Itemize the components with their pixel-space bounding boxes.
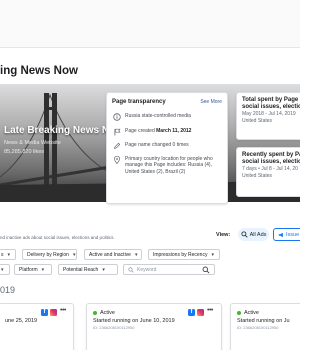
filter-active-status[interactable]: Active and Inactive ▾	[84, 249, 142, 260]
filter-impressions[interactable]: Impressions by Recency ▾	[148, 249, 220, 260]
megaphone-icon	[278, 232, 283, 237]
page-created-row: Page created March 11, 2012	[113, 128, 225, 136]
transparency-title: Page transparency	[112, 99, 166, 105]
all-ads-label: All Ads	[249, 231, 267, 238]
ad-card-2[interactable]: Active f ••• Started running on June 10,…	[86, 303, 222, 350]
total-spend-title-line2: social issues, electio	[242, 104, 300, 110]
total-spend-country: United States	[242, 117, 273, 124]
recent-spend-card: Recently spent by Pa social issues, elec…	[236, 147, 300, 197]
recent-spend-title-line2: social issues, electio	[242, 159, 300, 165]
ad-card-3[interactable]: Active Started running on Ju ID: 2366208…	[230, 303, 300, 350]
total-spend-dates: May 2018 - Jul 14, 2019	[242, 111, 296, 117]
recent-spend-country: United States	[242, 172, 273, 179]
filter-platform[interactable]: Platform ▾	[14, 264, 52, 275]
instagram-icon	[197, 309, 204, 316]
more-options-icon[interactable]: •••	[207, 307, 213, 314]
search-icon[interactable]	[202, 266, 210, 274]
ad-start-date: Started running on Ju	[237, 318, 290, 324]
state-media-row: Russia state-controlled media	[113, 113, 225, 121]
top-chrome	[0, 0, 300, 48]
location-icon	[113, 156, 121, 164]
filter-reach-label: Potential Reach	[63, 266, 99, 273]
filter-platform-label: Platform	[19, 266, 38, 273]
search-icon	[128, 266, 134, 273]
ads-intro-text: nd inactive ads about social issues, ele…	[0, 235, 115, 240]
name-changes-text: Page name changed 0 times	[125, 142, 189, 148]
name-changes-row: Page name changed 0 times	[113, 142, 225, 150]
page-title: ing News Now	[0, 65, 78, 77]
recent-spend-dates: 7 days • Jul 8 - Jul 14, 20	[242, 166, 298, 172]
all-ads-toggle[interactable]: All Ads	[238, 228, 269, 241]
view-label: View:	[216, 232, 231, 238]
page-category: News & Media Website	[4, 140, 61, 146]
location-text: Primary country location for people who …	[125, 156, 213, 175]
edit-icon	[113, 142, 121, 150]
page-created-label: Page created	[125, 128, 157, 134]
total-spend-title-line1: Total spent by Page o	[242, 97, 300, 103]
filter-active-label: Active and Inactive	[89, 251, 131, 258]
keyword-search-input[interactable]: Keyword	[123, 264, 215, 275]
filter-delivery-region[interactable]: Delivery by Region ▾	[22, 249, 77, 260]
filter-delivery-label: Delivery by Region	[27, 251, 69, 258]
filter-impressions-label: Impressions by Recency	[153, 251, 208, 258]
ad-start-date: Started running on June 10, 2019	[93, 318, 175, 324]
ad-card-1[interactable]: f ••• une 25, 2019	[0, 303, 74, 350]
ad-id: ID: 2366208100112950	[93, 325, 135, 330]
ad-library-screen: ing News Now Late Breaking News Now News…	[0, 0, 300, 350]
recent-spend-title-line1: Recently spent by Pa	[242, 152, 300, 158]
location-row: Primary country location for people who …	[113, 156, 225, 175]
page-transparency-card: Page transparency See More Russia state-…	[106, 92, 228, 204]
state-media-text: Russia state-controlled media	[125, 113, 191, 119]
instagram-icon	[50, 309, 57, 316]
chevron-down-icon: ▾	[211, 251, 214, 258]
see-more-link[interactable]: See More	[200, 99, 222, 105]
page-created-date: March 11, 2012	[156, 128, 192, 134]
ad-start-date: une 25, 2019	[5, 318, 38, 324]
active-dot-icon	[93, 311, 97, 315]
chevron-down-icon: ▾	[134, 251, 138, 258]
issue-ads-toggle[interactable]: Issue	[273, 228, 300, 241]
search-icon	[241, 231, 248, 238]
filter-potential-reach[interactable]: Potential Reach ▾	[58, 264, 118, 275]
chevron-down-icon: ▾	[102, 266, 105, 273]
flag-icon	[114, 128, 121, 136]
ad-status: Active	[93, 310, 115, 316]
filter-partial[interactable]: s ▾	[0, 249, 16, 260]
chevron-down-icon: ▾	[41, 266, 45, 273]
issue-ads-label: Issue	[286, 231, 300, 238]
chevron-down-icon: ▾	[72, 251, 76, 258]
chevron-down-icon: ▾	[7, 251, 11, 258]
page-header: ing News Now	[0, 55, 300, 85]
year-heading: 019	[0, 285, 16, 295]
page-likes: 85,285,820 likes	[4, 149, 45, 155]
info-icon	[113, 113, 121, 121]
filter-partial-2[interactable]: ▾	[0, 264, 10, 275]
filter-partial-label: s	[1, 251, 4, 258]
more-options-icon[interactable]: •••	[60, 307, 66, 314]
ad-status-label: Active	[100, 310, 115, 316]
facebook-icon: f	[41, 309, 48, 316]
total-spend-card: Total spent by Page o social issues, ele…	[236, 92, 300, 140]
ad-status-label: Active	[244, 310, 259, 316]
chevron-down-icon: ▾	[1, 266, 4, 273]
keyword-placeholder: Keyword	[137, 266, 157, 273]
active-dot-icon	[237, 311, 241, 315]
facebook-icon: f	[188, 309, 195, 316]
ad-id: ID: 2366208100112950	[237, 325, 279, 330]
ad-status: Active	[237, 310, 259, 316]
